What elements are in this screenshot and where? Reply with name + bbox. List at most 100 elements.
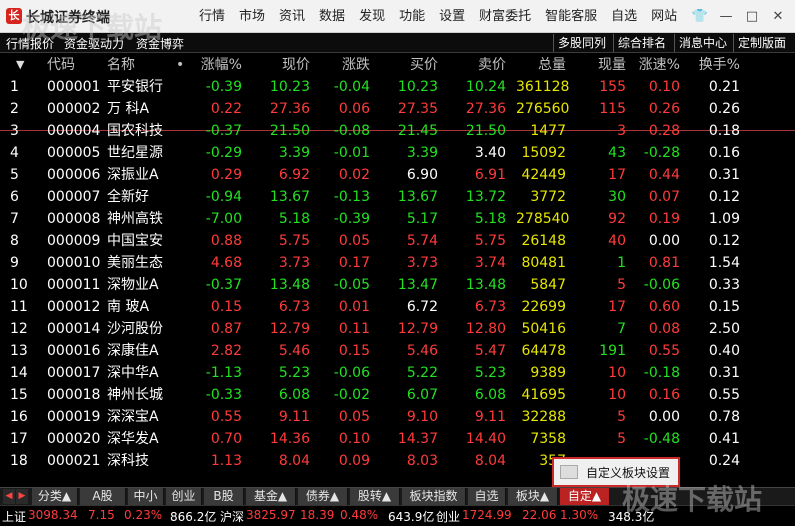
cell-price: 13.67 (269, 189, 310, 205)
table-row[interactable]: 10 000011 深物业A -0.37 13.48 -0.05 13.47 13.48 584… (0, 274, 795, 296)
cell-code: 000004 (47, 123, 101, 139)
menu-watchlist[interactable]: 自选 (604, 0, 644, 33)
multi-stock-button[interactable]: 多股同列 (553, 34, 610, 52)
col-change[interactable]: 涨跌 (320, 54, 370, 76)
cell-name: 美丽生态 (107, 255, 163, 271)
table-row[interactable]: 13 000016 深康佳A 2.82 5.46 0.15 5.46 5.47 64478 191… (0, 340, 795, 362)
cell-ask: 8.04 (474, 453, 506, 469)
col-price[interactable]: 现价 (262, 54, 310, 76)
col-code[interactable]: 代码 (47, 54, 75, 76)
col-name[interactable]: 名称 (107, 54, 135, 76)
col-bid[interactable]: 买价 (390, 54, 438, 76)
cell-pct: 4.68 (210, 255, 242, 271)
cell-turnover: 1.09 (708, 211, 740, 227)
col-pct[interactable]: 涨幅% (190, 54, 242, 76)
table-row[interactable]: 7 000008 神州高铁 -7.00 5.18 -0.39 5.17 5.18 278540 9… (0, 208, 795, 230)
checkbox-icon (560, 465, 578, 479)
sz-value[interactable]: 3825.97 (246, 508, 296, 522)
cy-value[interactable]: 1724.99 (462, 508, 512, 522)
cell-pct: -0.33 (205, 387, 242, 403)
cy-amount: 348.3亿 (608, 510, 655, 524)
table-row[interactable]: 4 000005 世纪星源 -0.29 3.39 -0.01 3.39 3.40 15092 43… (0, 142, 795, 164)
maximize-icon[interactable]: □ (739, 4, 765, 30)
menu-functions[interactable]: 功能 (392, 0, 432, 33)
cell-ask: 6.08 (474, 387, 506, 403)
tab-category[interactable]: 分类▲ (32, 488, 78, 505)
table-row[interactable]: 6 000007 全新好 -0.94 13.67 -0.13 13.67 13.72 3772 3… (0, 186, 795, 208)
menu-wealth-trade[interactable]: 财富委托 (472, 0, 538, 33)
tab-scroll-left-icon[interactable]: ◀ (3, 489, 15, 504)
menu-news[interactable]: 资讯 (272, 0, 312, 33)
cell-current-volume: 10 (608, 387, 626, 403)
tab-b-share[interactable]: B股 (204, 488, 244, 505)
tab-watchlist[interactable]: 自选 (468, 488, 506, 505)
cell-current-volume: 17 (608, 167, 626, 183)
tab-scroll-right-icon[interactable]: ▶ (16, 489, 28, 504)
table-row[interactable]: 3 000004 国农科技 -0.37 21.50 -0.08 21.45 21.50 1477… (0, 120, 795, 142)
tab-capital-drive[interactable]: 资金驱动力 (64, 35, 124, 52)
close-icon[interactable]: ✕ (765, 4, 791, 30)
tab-block[interactable]: 板块▲ (508, 488, 558, 505)
table-row[interactable]: 17 000020 深华发A 0.70 14.36 0.10 14.37 14.40 7358 5… (0, 428, 795, 450)
tab-block-index[interactable]: 板块指数 (402, 488, 466, 505)
menu-data[interactable]: 数据 (312, 0, 352, 33)
table-row[interactable]: 1 000001 平安银行 -0.39 10.23 -0.04 10.23 10.24 3611… (0, 76, 795, 98)
cell-ask: 14.40 (465, 431, 506, 447)
sz-percent: 0.48% (340, 508, 379, 522)
tab-quote-list[interactable]: 行情报价 (6, 35, 54, 52)
table-row[interactable]: 12 000014 沙河股份 0.87 12.79 0.11 12.79 12.80 50416… (0, 318, 795, 340)
cell-speed: -0.18 (643, 365, 680, 381)
cell-volume: 7358 (530, 431, 566, 447)
minimize-icon[interactable]: — (713, 4, 739, 30)
skin-icon[interactable]: 👕 (687, 4, 713, 30)
cell-code: 000019 (47, 409, 101, 425)
menu-settings[interactable]: 设置 (432, 0, 472, 33)
tab-gem[interactable]: 创业 (166, 488, 202, 505)
col-volume[interactable]: 总量 (516, 54, 566, 76)
cell-price: 6.92 (278, 167, 310, 183)
row-number: 1 (10, 79, 19, 95)
row-number: 10 (10, 277, 28, 293)
menu-website[interactable]: 网站 (644, 0, 684, 33)
table-row[interactable]: 2 000002 万 科A 0.22 27.36 0.06 27.35 27.36 276560… (0, 98, 795, 120)
custom-block-settings-item[interactable]: 自定义板块设置 (586, 464, 670, 481)
table-row[interactable]: 5 000006 深振业A 0.29 6.92 0.02 6.90 6.91 42449 17 0.… (0, 164, 795, 186)
tab-capital-game[interactable]: 资金博弈 (136, 35, 184, 52)
cell-pct: -0.29 (205, 145, 242, 161)
table-row[interactable]: 15 000018 神州长城 -0.33 6.08 -0.02 6.07 6.08 41695 1… (0, 384, 795, 406)
table-row[interactable]: 8 000009 中国宝安 0.88 5.75 0.05 5.74 5.75 26148 40 0.… (0, 230, 795, 252)
message-center-button[interactable]: 消息中心 (674, 34, 731, 52)
cell-pct: -1.13 (205, 365, 242, 381)
col-turnover[interactable]: 换手% (690, 54, 740, 76)
table-row[interactable]: 14 000017 深中华A -1.13 5.23 -0.06 5.22 5.23 9389 10… (0, 362, 795, 384)
tab-fund[interactable]: 基金▲ (246, 488, 296, 505)
menu-discover[interactable]: 发现 (352, 0, 392, 33)
cell-turnover: 0.31 (708, 365, 740, 381)
cell-bid: 9.10 (406, 409, 438, 425)
col-ask[interactable]: 卖价 (458, 54, 506, 76)
cell-bid: 6.07 (406, 387, 438, 403)
table-row[interactable]: 11 000012 南 玻A 0.15 6.73 0.01 6.72 6.73 22699 17 0… (0, 296, 795, 318)
table-row[interactable]: 9 000010 美丽生态 4.68 3.73 0.17 3.73 3.74 80481 1 0.8… (0, 252, 795, 274)
menu-smart-service[interactable]: 智能客服 (538, 0, 604, 33)
tab-sme[interactable]: 中小 (128, 488, 164, 505)
sh-value[interactable]: 3098.34 (28, 508, 78, 522)
cell-code: 000001 (47, 79, 101, 95)
sort-icon[interactable]: ▼ (16, 54, 30, 76)
ranking-button[interactable]: 综合排名 (613, 34, 670, 52)
tab-bond[interactable]: 债券▲ (298, 488, 348, 505)
cell-ask: 5.18 (474, 211, 506, 227)
cell-bid: 3.39 (406, 145, 438, 161)
row-number: 5 (10, 167, 19, 183)
tab-custom[interactable]: 自定▲ (560, 488, 610, 505)
menu-quotes[interactable]: 行情 (192, 0, 232, 33)
menu-market[interactable]: 市场 (232, 0, 272, 33)
custom-layout-button[interactable]: 定制版面 (733, 34, 790, 52)
col-speed[interactable]: 涨速% (632, 54, 680, 76)
cell-speed: 0.19 (648, 211, 680, 227)
tab-a-share[interactable]: A股 (80, 488, 126, 505)
tab-transfer[interactable]: 股转▲ (350, 488, 400, 505)
table-row[interactable]: 16 000019 深深宝A 0.55 9.11 0.05 9.10 9.11 32288 5 0.… (0, 406, 795, 428)
col-current-volume[interactable]: 现量 (586, 54, 626, 76)
cy-percent: 1.30% (560, 508, 599, 522)
